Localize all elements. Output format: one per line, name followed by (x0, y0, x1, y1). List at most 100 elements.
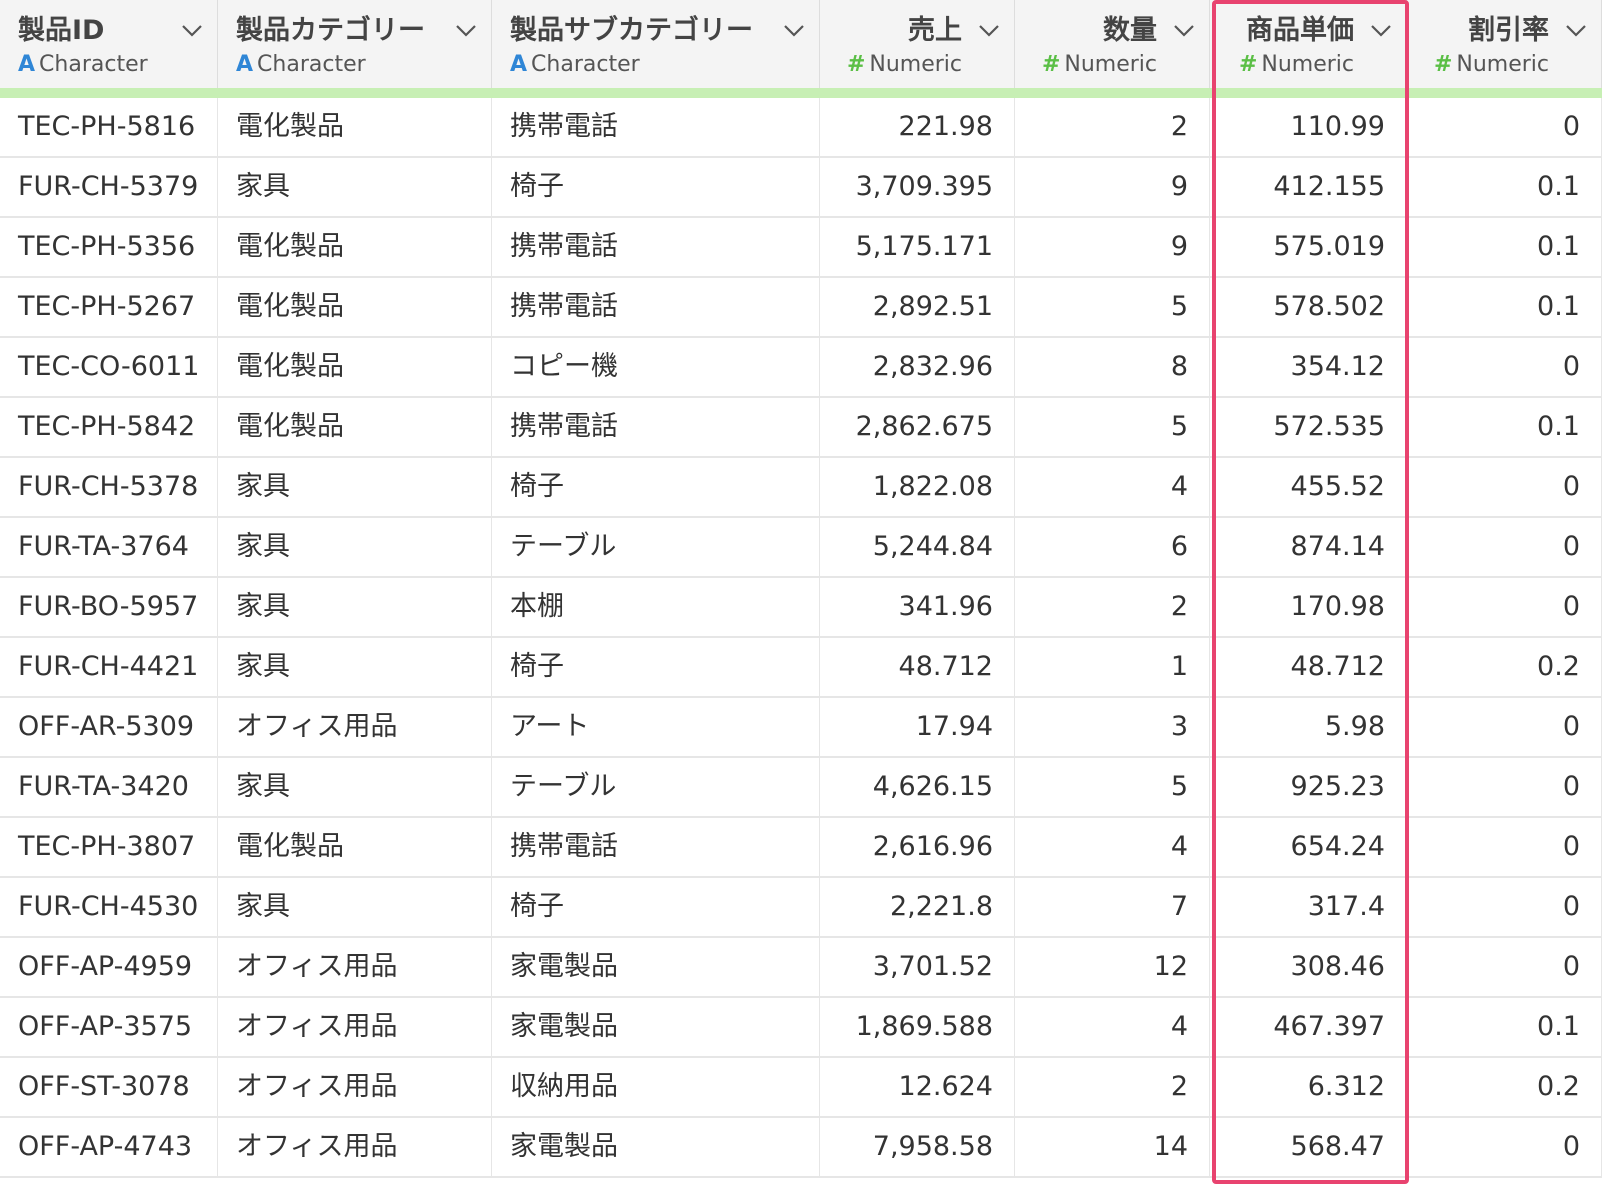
table-cell[interactable]: 9 (1015, 218, 1210, 276)
table-cell[interactable]: 467.397 (1210, 998, 1407, 1056)
table-cell[interactable]: 9 (1015, 158, 1210, 216)
table-cell[interactable]: コピー機 (492, 338, 820, 396)
table-cell[interactable]: FUR-CH-5378 (0, 458, 218, 516)
table-cell[interactable]: 5 (1015, 278, 1210, 336)
column-header[interactable]: 製品カテゴリー A Character (218, 0, 492, 88)
table-cell[interactable]: 2,616.96 (820, 818, 1015, 876)
table-cell[interactable]: 6.312 (1210, 1058, 1407, 1116)
table-cell[interactable]: テーブル (492, 518, 820, 576)
table-cell[interactable]: 0 (1407, 98, 1602, 156)
table-cell[interactable]: OFF-AR-5309 (0, 698, 218, 756)
table-cell[interactable]: オフィス用品 (218, 938, 492, 996)
table-cell[interactable]: 1,822.08 (820, 458, 1015, 516)
table-cell[interactable]: 0.2 (1407, 638, 1602, 696)
table-cell[interactable]: 家具 (218, 158, 492, 216)
table-cell[interactable]: 572.535 (1210, 398, 1407, 456)
table-cell[interactable]: 0.1 (1407, 398, 1602, 456)
table-cell[interactable]: 家具 (218, 758, 492, 816)
table-cell[interactable]: 0 (1407, 518, 1602, 576)
table-cell[interactable]: 椅子 (492, 158, 820, 216)
chevron-down-icon[interactable] (1563, 20, 1589, 40)
table-cell[interactable]: 0 (1407, 698, 1602, 756)
table-cell[interactable]: 電化製品 (218, 278, 492, 336)
table-cell[interactable]: 110.99 (1210, 98, 1407, 156)
table-cell[interactable]: 1 (1015, 638, 1210, 696)
table-cell[interactable]: 0 (1407, 938, 1602, 996)
table-cell[interactable]: オフィス用品 (218, 698, 492, 756)
table-cell[interactable]: 家具 (218, 518, 492, 576)
table-cell[interactable]: OFF-ST-3078 (0, 1058, 218, 1116)
table-cell[interactable]: 8 (1015, 338, 1210, 396)
table-cell[interactable]: 4 (1015, 458, 1210, 516)
table-cell[interactable]: 341.96 (820, 578, 1015, 636)
table-cell[interactable]: 家具 (218, 878, 492, 936)
table-cell[interactable]: 5 (1015, 398, 1210, 456)
chevron-down-icon[interactable] (1171, 20, 1197, 40)
table-cell[interactable]: TEC-PH-5842 (0, 398, 218, 456)
table-cell[interactable]: TEC-CO-6011 (0, 338, 218, 396)
table-cell[interactable]: 0.1 (1407, 278, 1602, 336)
table-cell[interactable]: テーブル (492, 758, 820, 816)
chevron-down-icon[interactable] (453, 20, 479, 40)
table-cell[interactable]: 7,958.58 (820, 1118, 1015, 1176)
table-cell[interactable]: 0 (1407, 578, 1602, 636)
chevron-down-icon[interactable] (179, 20, 205, 40)
table-cell[interactable]: 5,244.84 (820, 518, 1015, 576)
column-header[interactable]: 製品ID A Character (0, 0, 218, 88)
table-cell[interactable]: 14 (1015, 1118, 1210, 1176)
chevron-down-icon[interactable] (1368, 20, 1394, 40)
column-header[interactable]: 製品サブカテゴリー A Character (492, 0, 820, 88)
table-cell[interactable]: 家具 (218, 578, 492, 636)
table-cell[interactable]: 0 (1407, 1118, 1602, 1176)
table-cell[interactable]: 電化製品 (218, 98, 492, 156)
table-cell[interactable]: 874.14 (1210, 518, 1407, 576)
table-cell[interactable]: FUR-BO-5957 (0, 578, 218, 636)
table-cell[interactable]: 携帯電話 (492, 98, 820, 156)
table-cell[interactable]: 2,832.96 (820, 338, 1015, 396)
table-cell[interactable]: 221.98 (820, 98, 1015, 156)
table-cell[interactable]: 携帯電話 (492, 398, 820, 456)
table-cell[interactable]: オフィス用品 (218, 998, 492, 1056)
table-cell[interactable]: 0 (1407, 758, 1602, 816)
table-cell[interactable]: 携帯電話 (492, 278, 820, 336)
table-cell[interactable]: オフィス用品 (218, 1058, 492, 1116)
table-cell[interactable]: OFF-AP-4743 (0, 1118, 218, 1176)
table-cell[interactable]: FUR-CH-4530 (0, 878, 218, 936)
column-header[interactable]: 割引率 # Numeric (1407, 0, 1602, 88)
table-cell[interactable]: 電化製品 (218, 218, 492, 276)
table-cell[interactable]: 170.98 (1210, 578, 1407, 636)
table-cell[interactable]: 収納用品 (492, 1058, 820, 1116)
table-cell[interactable]: 17.94 (820, 698, 1015, 756)
table-cell[interactable]: 654.24 (1210, 818, 1407, 876)
table-cell[interactable]: 0.1 (1407, 218, 1602, 276)
table-cell[interactable]: 575.019 (1210, 218, 1407, 276)
table-cell[interactable]: 317.4 (1210, 878, 1407, 936)
table-cell[interactable]: 椅子 (492, 878, 820, 936)
table-cell[interactable]: 3,701.52 (820, 938, 1015, 996)
table-cell[interactable]: 455.52 (1210, 458, 1407, 516)
table-cell[interactable]: 7 (1015, 878, 1210, 936)
table-cell[interactable]: 2,892.51 (820, 278, 1015, 336)
table-cell[interactable]: 354.12 (1210, 338, 1407, 396)
column-header[interactable]: 数量 # Numeric (1015, 0, 1210, 88)
table-cell[interactable]: 0.2 (1407, 1058, 1602, 1116)
table-cell[interactable]: 4,626.15 (820, 758, 1015, 816)
column-header[interactable]: 商品単価 # Numeric (1210, 0, 1407, 88)
table-cell[interactable]: 2 (1015, 98, 1210, 156)
table-cell[interactable]: 本棚 (492, 578, 820, 636)
table-cell[interactable]: 椅子 (492, 638, 820, 696)
table-cell[interactable]: 電化製品 (218, 338, 492, 396)
chevron-down-icon[interactable] (976, 20, 1002, 40)
table-cell[interactable]: 家具 (218, 638, 492, 696)
table-cell[interactable]: TEC-PH-5816 (0, 98, 218, 156)
table-cell[interactable]: 48.712 (1210, 638, 1407, 696)
table-cell[interactable]: 家電製品 (492, 938, 820, 996)
table-cell[interactable]: 0 (1407, 458, 1602, 516)
table-cell[interactable]: 電化製品 (218, 398, 492, 456)
table-cell[interactable]: 48.712 (820, 638, 1015, 696)
table-cell[interactable]: アート (492, 698, 820, 756)
table-cell[interactable]: 308.46 (1210, 938, 1407, 996)
table-cell[interactable]: FUR-TA-3420 (0, 758, 218, 816)
table-cell[interactable]: 2,862.675 (820, 398, 1015, 456)
table-cell[interactable]: 2 (1015, 1058, 1210, 1116)
